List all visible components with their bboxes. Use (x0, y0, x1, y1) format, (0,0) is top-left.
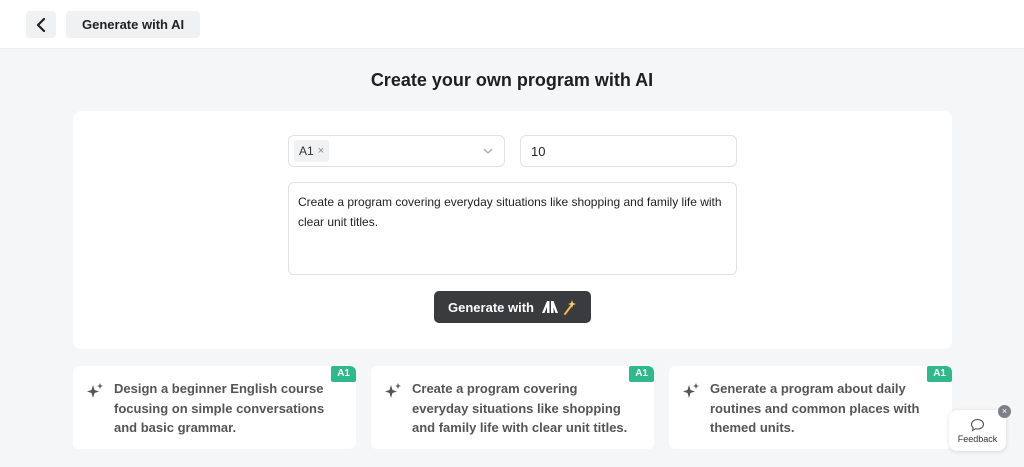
suggestion-text: Design a beginner English course focusin… (114, 381, 325, 435)
chat-bubble-icon (970, 418, 985, 432)
suggestion-card[interactable]: A1 Design a beginner English course focu… (73, 366, 356, 449)
feedback-label: Feedback (957, 433, 998, 444)
sparkles-icon (87, 383, 103, 398)
close-icon[interactable]: × (998, 405, 1011, 418)
chevron-down-icon (483, 148, 493, 154)
sparkles-icon (683, 383, 699, 398)
feedback-button[interactable]: Feedback (949, 410, 1006, 451)
suggestion-text: Create a program covering everyday situa… (412, 381, 628, 435)
level-tag: A1 × (294, 140, 330, 162)
remove-tag-icon[interactable]: × (318, 145, 324, 157)
magic-wand-icon (563, 299, 577, 315)
chevron-left-icon (36, 17, 46, 32)
suggestion-card[interactable]: A1 Create a program covering everyday si… (371, 366, 654, 449)
program-count-input[interactable] (520, 135, 737, 167)
page-title-chip: Generate with AI (66, 11, 201, 38)
top-bar: Generate with AI (0, 0, 1024, 49)
prompt-textarea[interactable]: Create a program covering everyday situa… (288, 182, 737, 275)
suggestion-card[interactable]: A1 Generate a program about daily routin… (669, 366, 952, 449)
level-select[interactable]: A1 × (288, 135, 505, 167)
generate-button[interactable]: Generate with (434, 291, 591, 323)
back-button[interactable] (26, 11, 56, 38)
level-tag-label: A1 (299, 144, 314, 158)
sparkles-icon (385, 383, 401, 398)
ai-logo-icon (541, 300, 559, 314)
generate-button-label: Generate with (448, 299, 534, 315)
suggestion-text: Generate a program about daily routines … (710, 381, 920, 435)
page-heading: Create your own program with AI (370, 70, 654, 90)
